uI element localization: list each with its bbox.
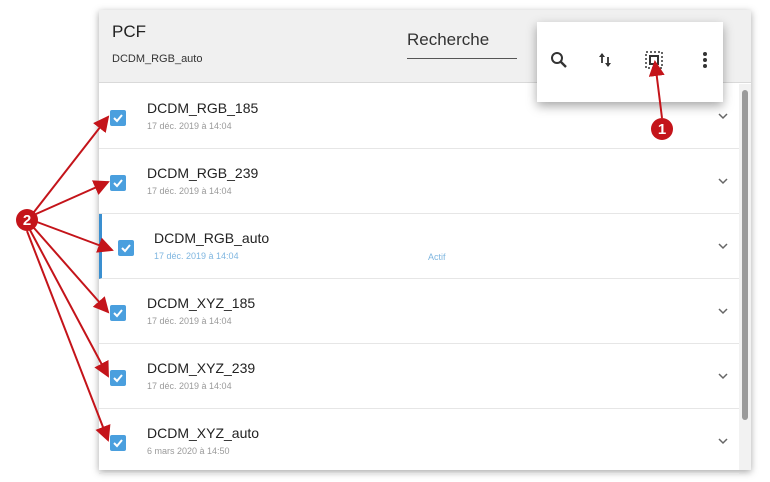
annotation-arrows — [26, 60, 665, 442]
arrow-to-checkbox-6 — [26, 230, 111, 442]
callout-1: 1 — [651, 118, 673, 140]
arrow-to-checkbox-2 — [35, 180, 110, 215]
arrow-to-checkbox-3 — [36, 221, 114, 253]
arrow-to-select-all — [648, 60, 665, 119]
callout-2: 2 — [16, 209, 38, 231]
arrow-to-checkbox-5 — [29, 229, 109, 378]
arrow-to-checkbox-4 — [33, 227, 110, 314]
